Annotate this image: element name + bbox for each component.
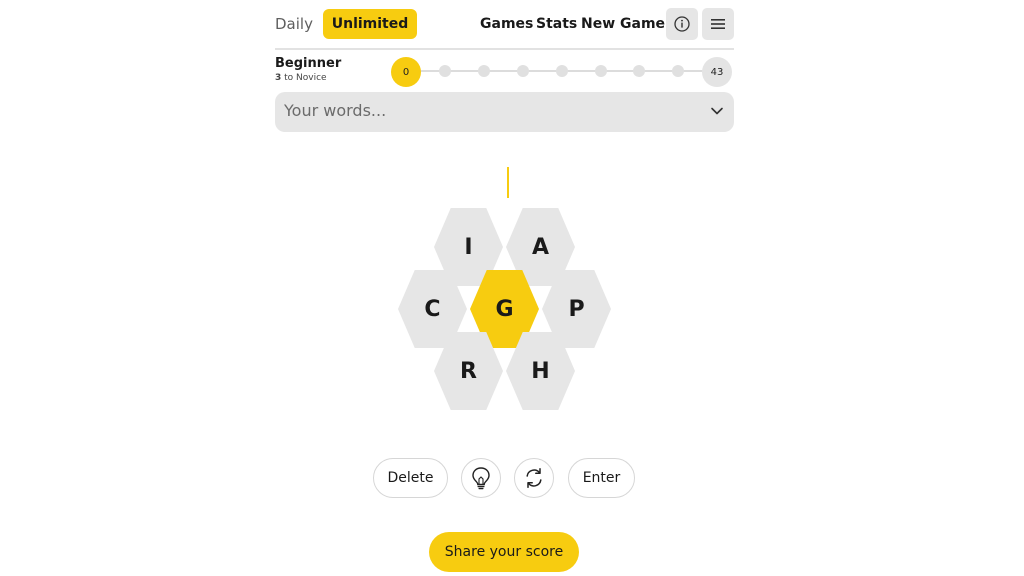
stats-link[interactable]: Stats — [536, 13, 577, 35]
found-words-dropdown[interactable]: Your words... — [275, 92, 734, 132]
share-score-button[interactable]: Share your score — [429, 532, 579, 572]
max-score-badge: 43 — [702, 57, 732, 87]
tab-unlimited[interactable]: Unlimited — [323, 9, 417, 39]
progress-dot — [439, 65, 451, 77]
current-score-badge: 0 — [391, 57, 421, 87]
progress-dot — [595, 65, 607, 77]
hint-button[interactable] — [461, 458, 501, 498]
lightbulb-icon — [472, 467, 490, 490]
rank-title: Beginner — [275, 56, 342, 71]
new-game-link[interactable]: New Game — [581, 13, 665, 35]
progress-dot — [478, 65, 490, 77]
shuffle-icon — [526, 468, 542, 488]
info-icon — [674, 16, 690, 32]
hex-letter-outer[interactable]: R — [433, 331, 504, 411]
progress-dot — [672, 65, 684, 77]
hamburger-menu-icon — [711, 19, 725, 29]
progress-dot — [633, 65, 645, 77]
delete-button[interactable]: Delete — [373, 458, 448, 498]
enter-button[interactable]: Enter — [568, 458, 635, 498]
progress-dot — [556, 65, 568, 77]
hex-letter-label: R — [460, 358, 477, 384]
info-button[interactable] — [666, 8, 698, 40]
shuffle-button[interactable] — [514, 458, 554, 498]
found-words-placeholder: Your words... — [284, 101, 387, 120]
word-input-cursor — [507, 167, 509, 198]
next-rank-label: to Novice — [284, 73, 327, 83]
header-divider — [275, 48, 734, 50]
hex-letter-label: H — [531, 358, 550, 384]
rank-subtitle: 3 to Novice — [275, 73, 327, 83]
tab-daily[interactable]: Daily — [275, 13, 313, 35]
games-link[interactable]: Games — [480, 13, 533, 35]
chevron-down-icon — [711, 107, 723, 115]
hex-letter-outer[interactable]: H — [505, 331, 576, 411]
progress-dot — [517, 65, 529, 77]
menu-button[interactable] — [702, 8, 734, 40]
points-to-next: 3 — [275, 73, 282, 83]
